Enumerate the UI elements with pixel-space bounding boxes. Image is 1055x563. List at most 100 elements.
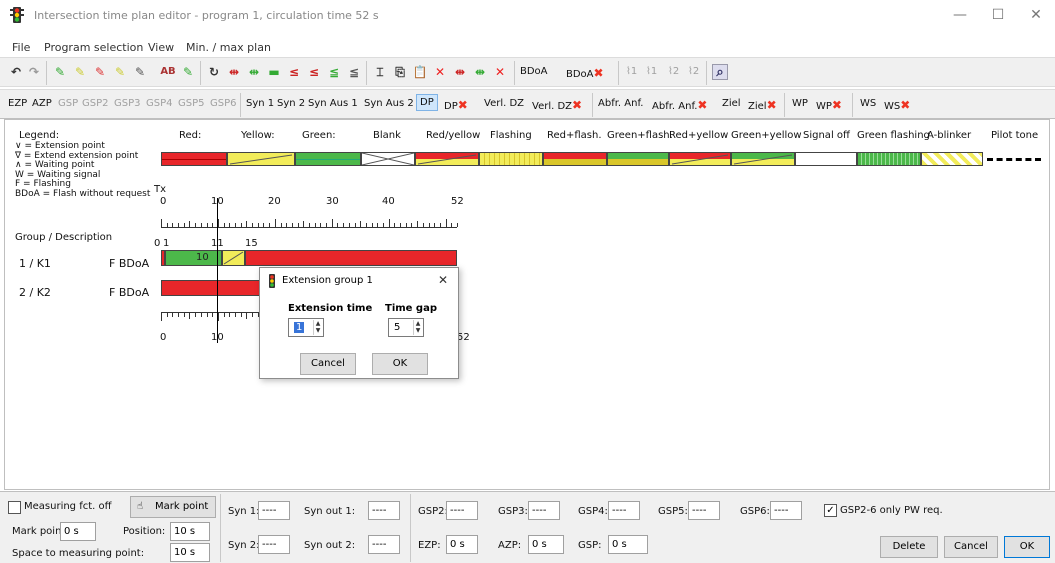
- bdoa-delete-button[interactable]: BDoA✖: [566, 66, 604, 80]
- clear-icon[interactable]: ✕: [492, 64, 508, 80]
- gsp6-field[interactable]: ----: [770, 501, 802, 520]
- k1-red-phase[interactable]: [245, 250, 457, 266]
- time-gap-stepper[interactable]: 5 ▲ ▼: [388, 318, 424, 337]
- dialog-close-icon[interactable]: ✕: [438, 273, 448, 287]
- gsp6-button[interactable]: GSP6: [210, 98, 237, 109]
- syn2-field[interactable]: ----: [258, 535, 290, 554]
- ws-button[interactable]: WS: [860, 98, 876, 109]
- ab-icon[interactable]: AB: [160, 64, 176, 80]
- gsp-button[interactable]: GSP: [58, 98, 78, 109]
- align-up-icon[interactable]: ≦: [326, 64, 342, 80]
- gsp4-button[interactable]: GSP4: [146, 98, 173, 109]
- syn-out2-field[interactable]: ----: [368, 535, 400, 554]
- waiting-point-1b[interactable]: ⌇1: [646, 66, 657, 77]
- verl-dz-delete-button[interactable]: Verl. DZ✖: [532, 98, 582, 112]
- stretch-icon[interactable]: ⇼: [452, 64, 468, 80]
- waiting-point-1[interactable]: ⌇1: [626, 66, 637, 77]
- menu-program-selection[interactable]: Program selection: [44, 41, 143, 54]
- close-button[interactable]: ✕: [1021, 6, 1051, 26]
- ok-button[interactable]: OK: [1004, 536, 1050, 558]
- ezp-field[interactable]: 0 s: [446, 535, 478, 554]
- azp-field[interactable]: 0 s: [528, 535, 564, 554]
- mark-point-field[interactable]: 0 s: [60, 522, 96, 541]
- pencil-redyellow-icon[interactable]: ✎: [112, 64, 128, 80]
- ws-delete-button[interactable]: WS✖: [884, 98, 910, 112]
- stretch2-icon[interactable]: ⇼: [472, 64, 488, 80]
- rotate-icon[interactable]: ↻: [206, 64, 222, 80]
- delete-button[interactable]: Delete: [880, 536, 938, 558]
- maximize-button[interactable]: ☐: [983, 6, 1013, 26]
- syn2-button[interactable]: Syn 2: [277, 98, 305, 109]
- dp-button[interactable]: DP: [416, 94, 438, 111]
- copy-icon[interactable]: ⎘: [392, 64, 408, 80]
- dialog-ok-button[interactable]: OK: [372, 353, 428, 375]
- position-field[interactable]: 10 s: [170, 522, 210, 541]
- extension-time-stepper[interactable]: 1 ▲ ▼: [288, 318, 324, 337]
- abfr-anf-button[interactable]: Abfr. Anf.: [598, 98, 643, 109]
- syn1-field[interactable]: ----: [258, 501, 290, 520]
- insert-icon[interactable]: ⌶: [372, 64, 388, 80]
- ezp-button[interactable]: EZP: [8, 98, 27, 109]
- menu-view[interactable]: View: [148, 41, 174, 54]
- paste-icon[interactable]: 📋: [412, 64, 428, 80]
- align-left-icon[interactable]: ≤: [286, 64, 302, 80]
- dialog-cancel-button[interactable]: Cancel: [300, 353, 356, 375]
- pencil-red-icon[interactable]: ✎: [92, 64, 108, 80]
- legend-red-flash: Red+flash.: [547, 130, 602, 141]
- align-up2-icon[interactable]: ≦: [346, 64, 362, 80]
- menu-min-max-plan[interactable]: Min. / max plan: [186, 41, 271, 54]
- gsp3-field[interactable]: ----: [528, 501, 560, 520]
- group-name-k2[interactable]: 2 / K2: [19, 286, 51, 299]
- ziel-delete-button[interactable]: Ziel✖: [748, 98, 777, 112]
- k1-yellow-phase[interactable]: [222, 250, 245, 266]
- gsp2-field[interactable]: ----: [446, 501, 478, 520]
- azp-button[interactable]: AZP: [32, 98, 52, 109]
- pencil-yellow-icon[interactable]: ✎: [72, 64, 88, 80]
- syn-aus1-button[interactable]: Syn Aus 1: [308, 98, 358, 109]
- ruler-tick: [206, 313, 208, 317]
- waiting-point-2b[interactable]: ⌇2: [688, 66, 699, 77]
- gsp-only-checkbox[interactable]: ✓: [824, 504, 837, 517]
- verl-dz-button[interactable]: Verl. DZ: [484, 98, 524, 109]
- align-left2-icon[interactable]: ≤: [306, 64, 322, 80]
- space-field[interactable]: 10 s: [170, 543, 210, 562]
- cancel-button[interactable]: Cancel: [944, 536, 998, 558]
- waiting-point-2[interactable]: ⌇2: [668, 66, 679, 77]
- menu-file[interactable]: File: [12, 41, 30, 54]
- wp-button[interactable]: WP: [792, 98, 808, 109]
- k1-green-phase[interactable]: 10: [165, 250, 222, 266]
- legend-signal-off: Signal off: [803, 130, 850, 141]
- undo-icon[interactable]: ↶: [8, 64, 24, 80]
- pencil-flash-icon[interactable]: ✎: [180, 64, 196, 80]
- syn-aus2-button[interactable]: Syn Aus 2: [364, 98, 414, 109]
- syn-out1-field[interactable]: ----: [368, 501, 400, 520]
- minimize-button[interactable]: —: [945, 6, 975, 26]
- shift-left-icon[interactable]: ⇹: [226, 64, 242, 80]
- gsp3-button[interactable]: GSP3: [114, 98, 141, 109]
- gsp5-field[interactable]: ----: [688, 501, 720, 520]
- shift-right-icon[interactable]: ⇹: [246, 64, 262, 80]
- ruler-tick: [161, 313, 162, 321]
- syn1-button[interactable]: Syn 1: [246, 98, 274, 109]
- delete-icon[interactable]: ✕: [432, 64, 448, 80]
- mark-point-button[interactable]: ☝ Mark point: [130, 496, 216, 518]
- wp-delete-button[interactable]: WP✖: [816, 98, 842, 112]
- search-icon[interactable]: ⌕: [712, 64, 728, 80]
- ruler-tick: [183, 313, 185, 317]
- dp-delete-button[interactable]: DP✖: [444, 98, 468, 112]
- gsp4-field[interactable]: ----: [608, 501, 640, 520]
- time-cursor[interactable]: [217, 198, 218, 343]
- abfr-anf-delete-button[interactable]: Abfr. Anf.✖: [652, 98, 707, 112]
- gsp5-button[interactable]: GSP5: [178, 98, 205, 109]
- time-plan-canvas[interactable]: Legend: ∨ = Extension point ∇ = Extend ex…: [4, 119, 1050, 490]
- measuring-checkbox[interactable]: [8, 501, 21, 514]
- gsp2-button[interactable]: GSP2: [82, 98, 109, 109]
- ziel-button[interactable]: Ziel: [722, 98, 741, 109]
- group-name-k1[interactable]: 1 / K1: [19, 257, 51, 270]
- bdoa-button[interactable]: BDoA: [520, 66, 548, 77]
- pencil-gray-icon[interactable]: ✎: [132, 64, 148, 80]
- gsp-field[interactable]: 0 s: [608, 535, 648, 554]
- green-block-icon[interactable]: ▬: [266, 64, 282, 80]
- redo-icon[interactable]: ↷: [26, 64, 42, 80]
- pencil-green-icon[interactable]: ✎: [52, 64, 68, 80]
